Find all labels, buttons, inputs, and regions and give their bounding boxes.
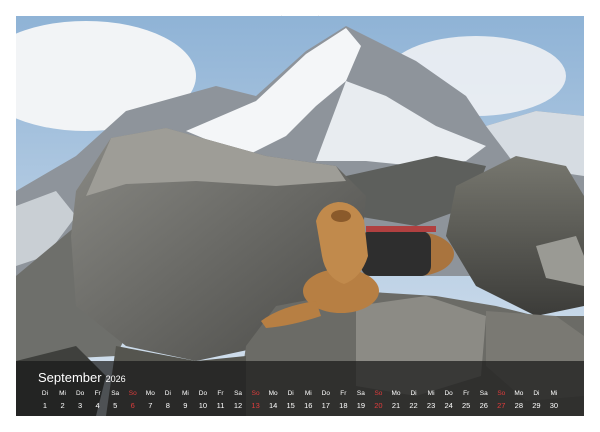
day-number: 18 bbox=[339, 401, 348, 410]
weekday-label: Di bbox=[410, 390, 417, 397]
weekday-label: Do bbox=[75, 390, 85, 397]
weekday-label: Di bbox=[41, 390, 49, 397]
day-number: 1 bbox=[42, 401, 48, 410]
weekday-label: Fr bbox=[463, 390, 470, 397]
day-number: 4 bbox=[95, 401, 100, 410]
weekday-label: Mo bbox=[145, 390, 155, 397]
day-number: 29 bbox=[532, 401, 541, 410]
day-number: 13 bbox=[251, 401, 260, 410]
day-number: 30 bbox=[549, 401, 559, 410]
weekday-label: Sa bbox=[479, 390, 488, 397]
weekday-label: Fr bbox=[94, 390, 101, 397]
day-number: 24 bbox=[444, 401, 453, 410]
weekday-label: Mi bbox=[304, 390, 312, 397]
day-number: 5 bbox=[113, 401, 118, 410]
weekday-label: Mi bbox=[181, 390, 189, 397]
day-number: 7 bbox=[148, 401, 153, 410]
calendar-days: Di 1 Mi 2 Do 3 Fr 4 Sa 5 So 6 Mo 7 Di 8 Mi 9 Do 10 Fr 11 Sa 12 S… bbox=[16, 361, 584, 416]
day-number: 25 bbox=[462, 401, 471, 410]
weekday-label: Do bbox=[321, 390, 330, 397]
day-number: 8 bbox=[165, 401, 170, 410]
weekday-label: Sa bbox=[234, 390, 243, 397]
day-number: 3 bbox=[78, 401, 83, 410]
weekday-label: Mi bbox=[427, 390, 435, 397]
mountain-dog-photo bbox=[16, 16, 584, 416]
day-number: 26 bbox=[479, 401, 488, 410]
weekday-label: Di bbox=[287, 390, 294, 397]
day-number: 22 bbox=[409, 401, 418, 410]
day-number: 23 bbox=[426, 401, 436, 410]
weekday-label: Fr bbox=[340, 390, 347, 397]
day-number: 6 bbox=[130, 401, 135, 410]
calendar-bar: September 2026 Di 1 Mi 2 Do 3 Fr 4 Sa 5 So 6 Mo 7 Di 8 Mi… bbox=[16, 361, 584, 416]
weekday-label: Mo bbox=[391, 390, 401, 397]
weekday-label: So bbox=[497, 390, 506, 397]
day-number: 16 bbox=[304, 401, 313, 410]
weekday-label: So bbox=[374, 390, 383, 397]
day-number: 14 bbox=[268, 401, 278, 410]
weekday-label: So bbox=[128, 390, 137, 397]
weekday-label: Sa bbox=[111, 390, 120, 397]
day-number: 12 bbox=[233, 401, 243, 410]
day-number: 11 bbox=[216, 401, 225, 410]
day-number: 10 bbox=[198, 401, 208, 410]
day-number: 2 bbox=[60, 401, 65, 410]
weekday-label: Do bbox=[444, 390, 453, 397]
calendar-photo bbox=[16, 16, 584, 416]
day-number: 28 bbox=[514, 401, 524, 410]
day-number: 20 bbox=[374, 401, 383, 410]
weekday-label: Di bbox=[533, 390, 540, 397]
weekday-label: Mo bbox=[514, 390, 524, 397]
day-number: 17 bbox=[321, 401, 330, 410]
day-number: 21 bbox=[391, 401, 401, 410]
weekday-label: Mi bbox=[59, 390, 66, 397]
weekday-label: Fr bbox=[217, 390, 224, 397]
weekday-label: Do bbox=[198, 390, 208, 397]
weekday-label: Di bbox=[164, 390, 171, 397]
day-number: 9 bbox=[183, 401, 188, 410]
weekday-label: Mo bbox=[268, 390, 278, 397]
weekday-label: Mi bbox=[550, 390, 558, 397]
day-number: 15 bbox=[286, 401, 295, 410]
weekday-label: Sa bbox=[356, 390, 365, 397]
day-number: 27 bbox=[497, 401, 506, 410]
weekday-label: So bbox=[251, 390, 260, 397]
day-number: 19 bbox=[356, 401, 366, 410]
